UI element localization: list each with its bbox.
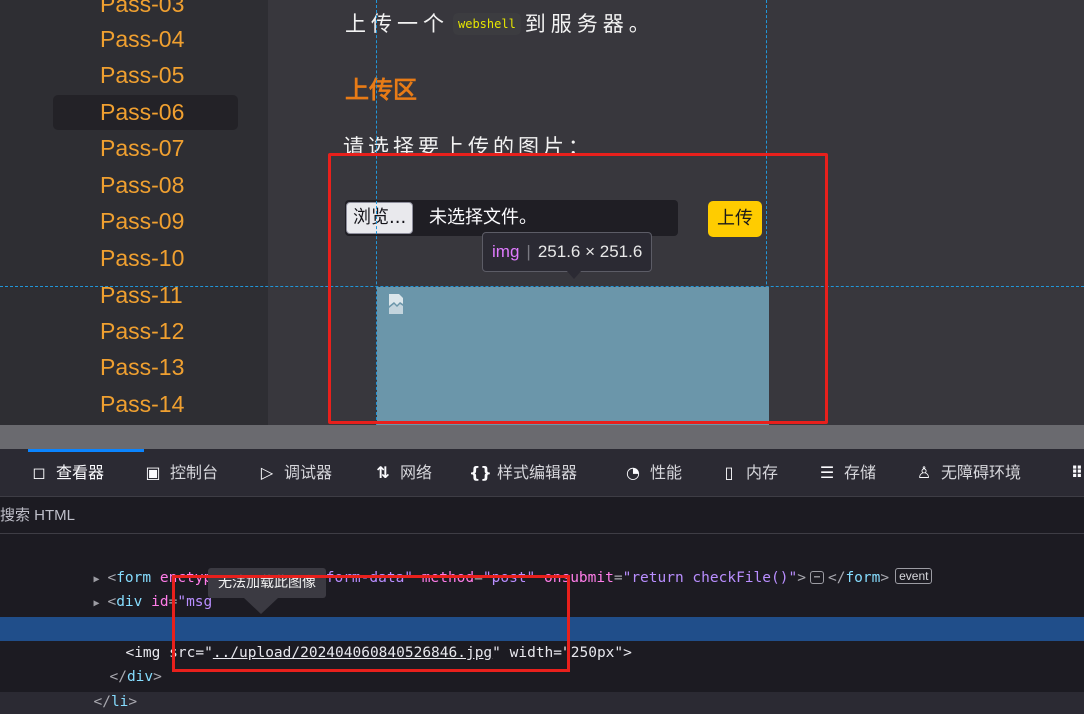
overflow-grid-icon[interactable]: ⠿ xyxy=(1066,449,1084,496)
tab-storage[interactable]: ☰ 存储 xyxy=(816,449,876,496)
tab-performance[interactable]: ◔ 性能 xyxy=(622,449,682,496)
desc-suffix: 到服务器。 xyxy=(524,12,655,36)
sidebar-item-pass-08[interactable]: Pass-08 xyxy=(53,168,238,203)
storage-icon: ☰ xyxy=(819,463,835,482)
sidebar-item-pass-04[interactable]: Pass-04 xyxy=(53,22,238,57)
sidebar-item-pass-07[interactable]: Pass-07 xyxy=(53,131,238,166)
sidebar-item-pass-09[interactable]: Pass-09 xyxy=(53,204,238,239)
devtools-toolbar: ◻ 查看器 ▣ 控制台 ▷ 调试器 ⇅ 网络 {} 样式编辑器 ◔ 性能 ▯ 内存 ☰ 存储 ♙… xyxy=(0,449,1084,497)
devtools-splitter[interactable] xyxy=(0,425,1084,449)
network-icon: ⇅ xyxy=(376,463,390,482)
annotation-box-upload xyxy=(328,153,828,424)
console-icon: ▣ xyxy=(145,463,161,482)
sidebar-item-pass-10[interactable]: Pass-10 xyxy=(53,241,238,276)
sidebar-item-pass-03[interactable]: Pass-03 xyxy=(53,0,238,22)
inspector-icon: ◻ xyxy=(32,463,46,482)
html-search-input[interactable] xyxy=(0,497,600,533)
performance-icon: ◔ xyxy=(626,463,640,482)
tab-inspector[interactable]: ◻ 查看器 xyxy=(28,449,145,496)
sidebar-item-pass-11[interactable]: Pass-11 xyxy=(53,278,238,313)
markup-line-form[interactable]: ▶<form enctype="multipart/form-data" met… xyxy=(0,542,1084,586)
tab-accessibility[interactable]: ♙ 无障碍环境 xyxy=(913,449,1021,496)
upload-area-title: 上传区 xyxy=(345,76,417,104)
sidebar-item-pass-13[interactable]: Pass-13 xyxy=(53,350,238,385)
tab-console[interactable]: ▣ 控制台 xyxy=(142,449,218,496)
webshell-code: webshell xyxy=(453,13,521,35)
memory-icon: ▯ xyxy=(724,463,734,482)
sidebar: Pass-03 Pass-04 Pass-05 Pass-06 Pass-07 … xyxy=(0,0,268,425)
desc-prefix: 上传一个 xyxy=(345,12,449,36)
upload-prompt: 请选择要上传的图片： xyxy=(343,135,593,155)
sidebar-item-pass-14[interactable]: Pass-14 xyxy=(53,387,238,422)
style-editor-icon: {} xyxy=(469,463,492,482)
tab-memory[interactable]: ▯ 内存 xyxy=(718,449,778,496)
annotation-box-img-src xyxy=(172,575,570,672)
debugger-icon: ▷ xyxy=(260,463,274,482)
sidebar-item-pass-12[interactable]: Pass-12 xyxy=(53,314,238,349)
web-page: Pass-03 Pass-04 Pass-05 Pass-06 Pass-07 … xyxy=(0,0,1084,425)
task-description: 上传一个 webshell 到服务器。 xyxy=(345,8,655,38)
html-search-row xyxy=(0,497,1084,534)
sidebar-item-pass-05[interactable]: Pass-05 xyxy=(53,58,238,93)
accessibility-icon: ♙ xyxy=(916,463,932,482)
sidebar-item-pass-06[interactable]: Pass-06 xyxy=(53,95,238,130)
tab-style-editor[interactable]: {} 样式编辑器 xyxy=(469,449,577,496)
tab-debugger[interactable]: ▷ 调试器 xyxy=(256,449,332,496)
tab-network[interactable]: ⇅ 网络 xyxy=(372,449,432,496)
